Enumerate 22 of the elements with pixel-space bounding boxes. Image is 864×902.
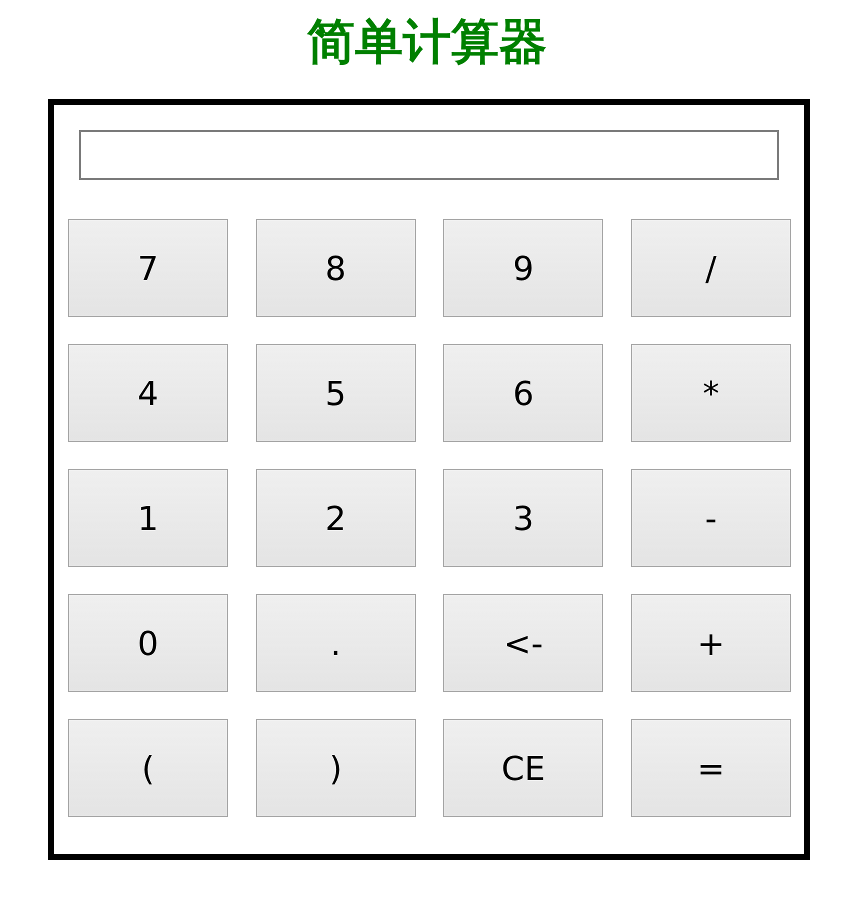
key-button[interactable]: ( [68,719,228,817]
key-button[interactable]: 6 [443,344,604,442]
display-field[interactable] [79,130,779,180]
key-button[interactable]: 0 [68,594,228,692]
key-button[interactable]: 1 [68,469,228,567]
key-button[interactable]: 8 [256,219,416,317]
key-button[interactable]: 4 [68,344,228,442]
key-button[interactable]: <- [443,594,604,692]
key-button[interactable]: * [630,344,791,442]
key-button[interactable]: = [630,719,791,817]
key-button[interactable]: 7 [68,219,228,317]
key-button[interactable]: 5 [256,344,416,442]
key-button[interactable]: + [630,594,791,692]
key-button[interactable]: ) [256,719,416,817]
key-button[interactable]: 9 [443,219,604,317]
key-button[interactable]: / [630,219,791,317]
key-button[interactable]: 2 [256,469,416,567]
key-button[interactable]: CE [443,719,604,817]
key-button[interactable]: . [256,594,416,692]
page-title: 简单计算器 [306,13,548,72]
key-button[interactable]: - [630,469,791,567]
key-button[interactable]: 3 [443,469,604,567]
